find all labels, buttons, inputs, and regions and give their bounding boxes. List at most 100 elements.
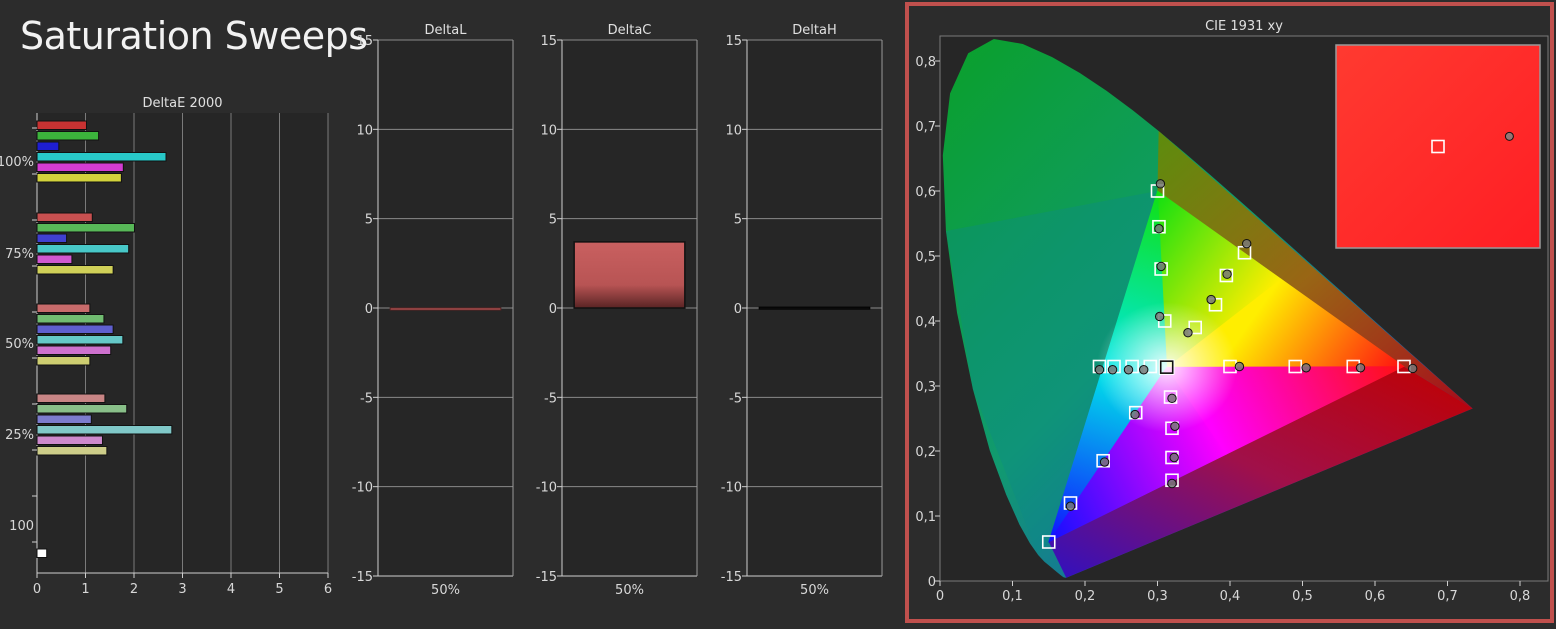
y-tick-label: 0,2 — [915, 445, 936, 460]
cie-chart: CIE 1931 xy 0 0,1 0,2 0,3 0,4 0,5 0,6 0,7 0,8 0 0,1… — [905, 2, 1554, 623]
measured-point — [1169, 452, 1179, 463]
y-group-label: 100 — [9, 519, 34, 534]
measured-point — [1139, 365, 1149, 375]
bar-magenta — [36, 345, 112, 355]
y-tick-label: 0,1 — [915, 510, 936, 525]
bar-blue — [36, 324, 114, 334]
y-tick-label: -5 — [729, 391, 742, 406]
bar-red — [36, 393, 106, 403]
y-tick-label: 0,7 — [915, 120, 936, 135]
y-tick-label: 0,3 — [915, 380, 936, 395]
x-tick-label: 4 — [227, 582, 235, 597]
x-tick-label: 0,4 — [1220, 589, 1241, 604]
measured-point — [1183, 328, 1193, 338]
x-tick-label: 1 — [81, 582, 89, 597]
bar-cyan — [36, 152, 167, 162]
bar-yellow — [36, 265, 114, 275]
measured-point — [1154, 311, 1165, 322]
x-tick-label: 0,2 — [1075, 589, 1096, 604]
charts-canvas: DeltaE 20000 1 2 3 4 5 6100%75%50%25%100 Delta… — [0, 2, 1554, 623]
y-tick-label: 10 — [356, 123, 373, 138]
y-tick-label: 5 — [734, 213, 742, 228]
chart-title: DeltaH — [792, 23, 836, 38]
measured-point — [1167, 478, 1177, 489]
bar-red — [36, 212, 93, 222]
bar-cyan — [36, 244, 130, 254]
y-tick-label: 10 — [540, 123, 557, 138]
y-tick-label: -5 — [360, 391, 373, 406]
chart-title: DeltaC — [608, 23, 652, 38]
x-tick-label: 0,6 — [1365, 589, 1386, 604]
bar-white — [36, 548, 48, 558]
bar-green — [36, 314, 105, 324]
measured-point — [1167, 393, 1177, 404]
deltal-chart: DeltaL 15 10 5 0 -5 -10 -15 50% — [352, 23, 514, 598]
y-group-label: 75% — [5, 247, 34, 262]
y-tick-label: 5 — [365, 213, 373, 228]
y-tick-label: 0 — [734, 302, 742, 317]
measured-point — [1170, 421, 1180, 431]
x-tick-label: 0 — [936, 589, 944, 604]
white-glow — [1096, 302, 1237, 433]
measured-point — [1355, 363, 1366, 373]
y-tick-label: 15 — [540, 34, 557, 49]
bar-green — [36, 404, 128, 414]
bar-blue — [36, 414, 92, 424]
inset-zoom — [1335, 44, 1541, 249]
x-tick-label: 5 — [275, 582, 283, 597]
deltac-chart: DeltaC 15 10 5 0 -5 -10 -15 50% — [536, 23, 698, 598]
measured-point — [1408, 363, 1418, 374]
x-tick-label: 0,5 — [1292, 589, 1313, 604]
bar-yellow — [36, 446, 108, 456]
y-tick-label: -15 — [536, 570, 557, 585]
x-tick-label: 0,1 — [1002, 589, 1023, 604]
measured-point — [1234, 361, 1245, 372]
y-tick-label: 0 — [549, 302, 557, 317]
x-tick-label: 0,3 — [1147, 589, 1168, 604]
x-tick-label: 0,7 — [1437, 589, 1458, 604]
y-tick-label: 15 — [725, 34, 742, 49]
measured-point — [1301, 363, 1311, 373]
y-tick-label: 0,5 — [915, 250, 936, 265]
bar-red — [36, 303, 91, 313]
measured-point — [1241, 238, 1252, 249]
bar-cyan — [36, 335, 124, 345]
y-tick-label: -15 — [352, 570, 373, 585]
inset-measured-point — [1504, 131, 1514, 141]
bar-red — [36, 120, 87, 130]
x-tick-label: 0 — [33, 582, 41, 597]
y-tick-label: -15 — [721, 570, 742, 585]
x-tick-label: 50% — [431, 583, 460, 598]
y-tick-label: 0 — [928, 575, 936, 590]
y-tick-label: 10 — [725, 123, 742, 138]
deltah-chart: DeltaH 15 10 5 0 -5 -10 -15 50% — [721, 23, 883, 598]
bar-cyan — [36, 425, 173, 435]
x-tick-label: 2 — [130, 582, 138, 597]
measured-point — [1155, 179, 1166, 189]
bar-blue — [36, 233, 68, 243]
measured-point — [1156, 261, 1166, 272]
measured-point — [1222, 269, 1232, 279]
x-tick-label: 50% — [615, 583, 644, 598]
measured-point — [1065, 501, 1076, 511]
y-group-label: 100% — [0, 155, 34, 170]
measured-point — [1094, 365, 1105, 375]
x-tick-label: 50% — [800, 583, 829, 598]
chart-title: DeltaL — [425, 23, 468, 38]
y-tick-label: -10 — [721, 481, 742, 496]
measured-point — [1130, 409, 1140, 420]
measured-point — [1107, 365, 1118, 375]
x-tick-label: 3 — [178, 582, 186, 597]
x-tick-label: 6 — [324, 582, 332, 597]
y-tick-label: 15 — [356, 34, 373, 49]
y-group-label: 50% — [5, 337, 34, 352]
chart-title: DeltaE 2000 — [142, 96, 222, 111]
bar-green — [36, 131, 100, 141]
bar-magenta — [36, 435, 103, 445]
y-tick-label: 0,4 — [915, 315, 936, 330]
measured-point — [1154, 224, 1164, 234]
bar-magenta — [36, 254, 73, 264]
deltae-chart: DeltaE 2000 0 1 2 3 4 5 6 100% 75% 50% 25% 100 — [0, 96, 332, 597]
measured-point — [1099, 457, 1110, 467]
bar-yellow — [36, 356, 91, 366]
